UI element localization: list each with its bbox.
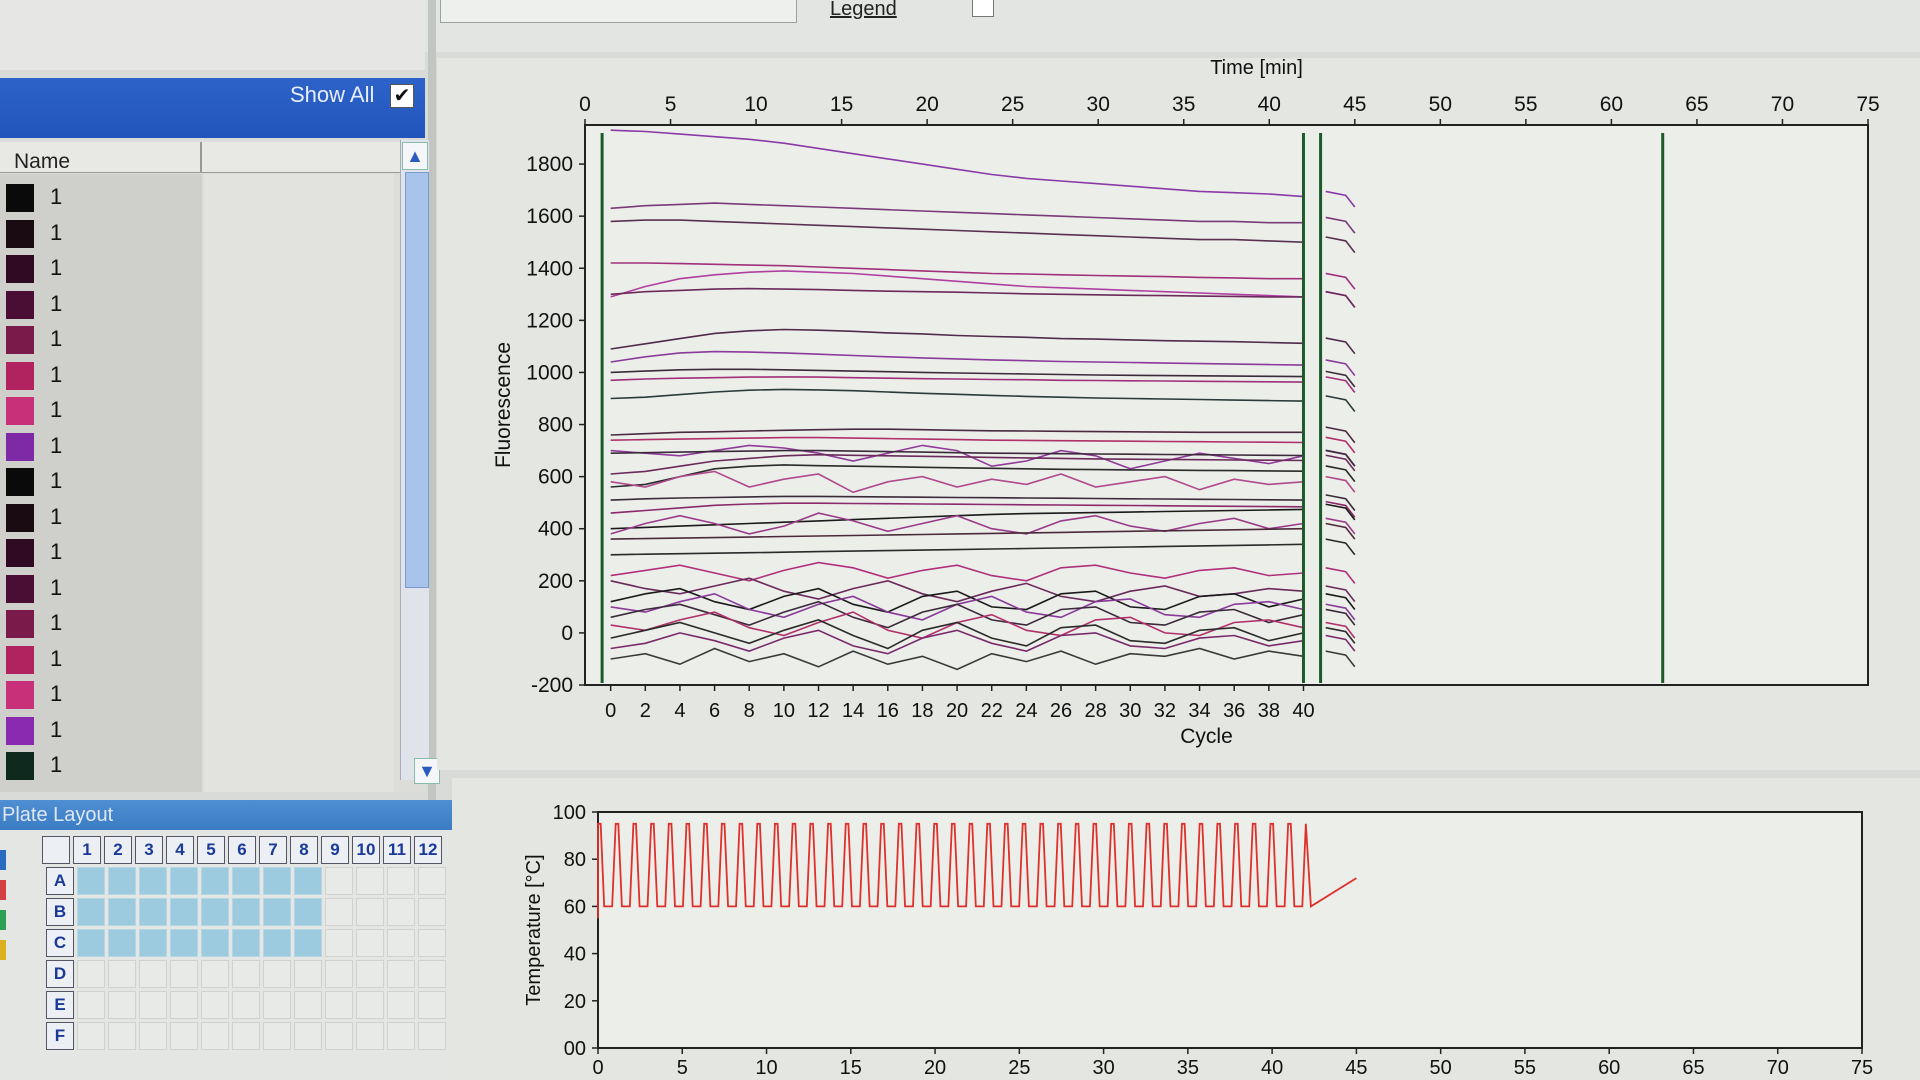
x-top-tick-label: 5 — [665, 93, 677, 116]
x-bottom-tick-label: 34 — [1188, 700, 1210, 722]
y-axis-label: Fluorescence — [492, 342, 515, 468]
x-top-tick-label: 35 — [1172, 93, 1195, 116]
x-top-tick-label: 30 — [1087, 93, 1110, 116]
x-top-tick-label: 70 — [1771, 93, 1794, 116]
y-tick-label: 1800 — [526, 153, 573, 176]
y-tick-label: 800 — [538, 414, 573, 437]
x-bottom-tick-label: 14 — [842, 700, 864, 722]
temp-x-tick-label: 55 — [1514, 1057, 1536, 1079]
x-top-tick-label: 0 — [579, 93, 591, 116]
x-top-tick-label: 50 — [1429, 93, 1452, 116]
y-tick-label: 1400 — [526, 257, 573, 280]
temp-x-tick-label: 75 — [1851, 1057, 1873, 1079]
temp-y-tick-label: 60 — [564, 896, 586, 918]
y-tick-label: 600 — [538, 466, 573, 489]
x-bottom-tick-label: 30 — [1119, 700, 1141, 722]
x-bottom-tick-label: 20 — [946, 700, 968, 722]
temp-x-tick-label: 5 — [677, 1057, 688, 1079]
x-bottom-tick-label: 8 — [744, 700, 755, 722]
x-top-axis-label: Time [min] — [1210, 57, 1303, 79]
temperature-plot-area[interactable] — [597, 811, 1863, 1049]
temp-x-tick-label: 10 — [755, 1057, 777, 1079]
x-bottom-tick-label: 36 — [1223, 700, 1245, 722]
x-top-tick-label: 15 — [830, 93, 853, 116]
temp-x-tick-label: 0 — [592, 1057, 603, 1079]
x-bottom-tick-label: 6 — [709, 700, 720, 722]
x-top-tick-label: 40 — [1258, 93, 1281, 116]
x-top-tick-label: 65 — [1685, 93, 1708, 116]
x-bottom-tick-label: 38 — [1258, 700, 1280, 722]
temp-y-tick-label: 20 — [564, 991, 586, 1013]
x-bottom-tick-label: 4 — [674, 700, 685, 722]
temp-y-tick-label: 100 — [553, 802, 586, 824]
x-bottom-tick-label: 2 — [640, 700, 651, 722]
x-bottom-tick-label: 16 — [877, 700, 899, 722]
temp-x-tick-label: 30 — [1092, 1057, 1114, 1079]
x-bottom-tick-label: 24 — [1015, 700, 1037, 722]
x-top-tick-label: 55 — [1514, 93, 1537, 116]
temp-x-tick-label: 65 — [1682, 1057, 1704, 1079]
y-tick-label: 0 — [561, 622, 573, 645]
temp-x-tick-label: 35 — [1177, 1057, 1199, 1079]
temp-x-tick-label: 25 — [1008, 1057, 1030, 1079]
temp-x-tick-label: 50 — [1430, 1057, 1452, 1079]
temp-x-tick-label: 40 — [1261, 1057, 1283, 1079]
temp-x-tick-label: 20 — [924, 1057, 946, 1079]
temp-x-tick-label: 15 — [840, 1057, 862, 1079]
y-tick-label: 200 — [538, 570, 573, 593]
x-top-tick-label: 10 — [744, 93, 767, 116]
x-top-tick-label: 25 — [1001, 93, 1024, 116]
y-tick-label: 1200 — [526, 309, 573, 332]
temp-y-tick-label: 00 — [564, 1038, 586, 1060]
temp-y-tick-label: 80 — [564, 849, 586, 871]
x-bottom-tick-label: 10 — [773, 700, 795, 722]
x-top-tick-label: 45 — [1343, 93, 1366, 116]
plot-area[interactable] — [584, 124, 1869, 686]
x-bottom-tick-label: 12 — [807, 700, 829, 722]
y-tick-label: 400 — [538, 518, 573, 541]
x-bottom-tick-label: 28 — [1085, 700, 1107, 722]
x-bottom-tick-label: 18 — [911, 700, 933, 722]
x-bottom-tick-label: 22 — [981, 700, 1003, 722]
x-bottom-axis-label: Cycle — [1180, 725, 1233, 748]
temp-y-tick-label: 40 — [564, 944, 586, 966]
x-top-tick-label: 20 — [915, 93, 938, 116]
x-bottom-tick-label: 40 — [1292, 700, 1314, 722]
temp-y-axis-label: Temperature [°C] — [523, 854, 545, 1005]
temp-x-tick-label: 45 — [1345, 1057, 1367, 1079]
temp-x-tick-label: 60 — [1598, 1057, 1620, 1079]
x-bottom-tick-label: 0 — [605, 700, 616, 722]
x-bottom-tick-label: 32 — [1154, 700, 1176, 722]
y-tick-label: 1600 — [526, 205, 573, 228]
y-tick-label: -200 — [531, 674, 573, 697]
x-top-tick-label: 75 — [1856, 93, 1879, 116]
temperature-chart[interactable]: 100 80 60 40 20 00 Temperature [°C] 0 5 10 15 20 25 3… — [0, 780, 1920, 1080]
x-bottom-tick-label: 26 — [1050, 700, 1072, 722]
temp-x-tick-label: 70 — [1767, 1057, 1789, 1079]
x-top-tick-label: 60 — [1600, 93, 1623, 116]
fluorescence-chart[interactable]: 0 5 10 15 20 25 30 35 40 45 50 55 60 65 70 75Time [min]… — [0, 0, 1920, 780]
y-tick-label: 1000 — [526, 361, 573, 384]
